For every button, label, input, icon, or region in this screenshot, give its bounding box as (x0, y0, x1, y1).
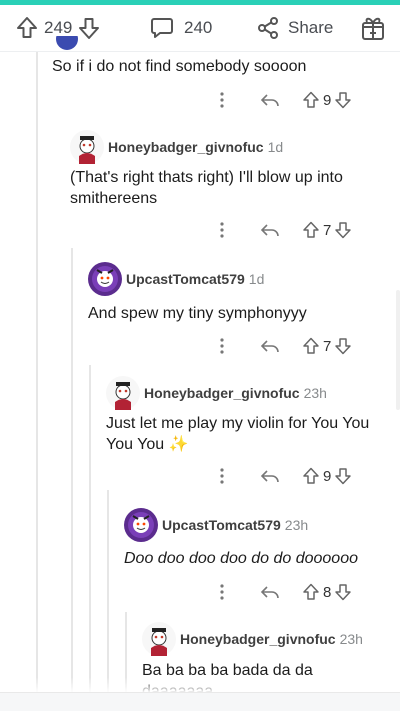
comment-timestamp: 1d (248, 271, 265, 287)
avatar[interactable] (88, 262, 122, 296)
comment-body: And spew my tiny symphonyyy (88, 305, 307, 322)
comment-icon (150, 16, 174, 40)
downvote-icon[interactable] (78, 16, 100, 40)
post-comment-count: 240 (184, 18, 213, 37)
comment-timestamp: 23h (284, 517, 309, 533)
comment: UpcastTomcat579 1d And spew my tiny symp… (88, 262, 400, 324)
avatar[interactable] (124, 508, 158, 542)
comment-body: Just let me play my violin for You You Y… (106, 415, 370, 453)
reply-icon[interactable] (260, 468, 280, 484)
thread-line[interactable] (36, 52, 38, 711)
comment-timestamp: 1d (267, 139, 284, 155)
comment-vote-count: 8 (323, 583, 332, 601)
avatar[interactable] (106, 376, 140, 410)
avatar[interactable] (70, 130, 104, 164)
downvote-icon[interactable] (334, 91, 352, 109)
thread-line[interactable] (89, 365, 91, 711)
upvote-icon[interactable] (302, 583, 320, 601)
more-icon[interactable] (212, 468, 232, 484)
downvote-icon[interactable] (334, 337, 352, 355)
reply-icon[interactable] (260, 338, 280, 354)
reply-icon[interactable] (260, 92, 280, 108)
award-icon (360, 14, 386, 42)
upvote-icon[interactable] (302, 467, 320, 485)
comment-actions: 9 (212, 463, 352, 489)
comment-actions: 8 (212, 579, 352, 605)
comment-body: So if i do not find somebody soooon (52, 58, 307, 75)
avatar[interactable] (142, 622, 176, 656)
share-button[interactable]: Share (256, 16, 339, 40)
scrollbar[interactable] (396, 290, 400, 410)
comment-vote-count: 9 (323, 91, 332, 109)
comment-username[interactable]: UpcastTomcat579 (126, 271, 245, 287)
comment-timestamp: 23h (339, 631, 363, 647)
avatar[interactable] (56, 36, 78, 50)
downvote-icon[interactable] (334, 467, 352, 485)
share-icon (256, 16, 280, 40)
thread-line[interactable] (71, 248, 73, 711)
comment: UpcastTomcat579 23h Doo doo doo doo do d… (124, 508, 400, 569)
comment-body: (That's right thats right) I'll blow up … (70, 169, 343, 207)
bottom-bar (0, 692, 400, 711)
comment: Honeybadger_givnofuc 23h Just let me pla… (106, 376, 400, 455)
bottom-fade (0, 677, 400, 693)
reply-icon[interactable] (260, 222, 280, 238)
comment-timestamp: 23h (303, 385, 327, 401)
award-button[interactable] (360, 14, 386, 42)
reply-icon[interactable] (260, 584, 280, 600)
more-icon[interactable] (212, 338, 232, 354)
upvote-icon[interactable] (302, 91, 320, 109)
upvote-icon[interactable] (16, 16, 38, 40)
share-label: Share (288, 18, 334, 37)
more-icon[interactable] (212, 92, 232, 108)
downvote-icon[interactable] (334, 221, 352, 239)
comment: Honeybadger_givnofuc 1d (That's right th… (70, 130, 400, 209)
post-upvote-count: 249 (44, 18, 73, 37)
comment-vote-count: 9 (323, 467, 332, 485)
comment-username[interactable]: Honeybadger_givnofuc (180, 631, 336, 647)
comment-username[interactable]: Honeybadger_givnofuc (108, 139, 264, 155)
comment-actions: 7 (212, 217, 352, 243)
comment-username[interactable]: Honeybadger_givnofuc (144, 385, 300, 401)
comment-body: Doo doo doo doo do do doooooo (124, 550, 358, 567)
upvote-icon[interactable] (302, 337, 320, 355)
post-comments-button[interactable]: 240 (150, 16, 218, 40)
more-icon[interactable] (212, 222, 232, 238)
more-icon[interactable] (212, 584, 232, 600)
comment-actions: 7 (212, 333, 352, 359)
upvote-icon[interactable] (302, 221, 320, 239)
comment-vote-count: 7 (323, 221, 332, 239)
comment-vote-count: 7 (323, 337, 332, 355)
comment: So if i do not find somebody soooon (52, 56, 400, 77)
comment-username[interactable]: UpcastTomcat579 (162, 517, 281, 533)
downvote-icon[interactable] (334, 583, 352, 601)
comment-actions: 9 (212, 87, 352, 113)
